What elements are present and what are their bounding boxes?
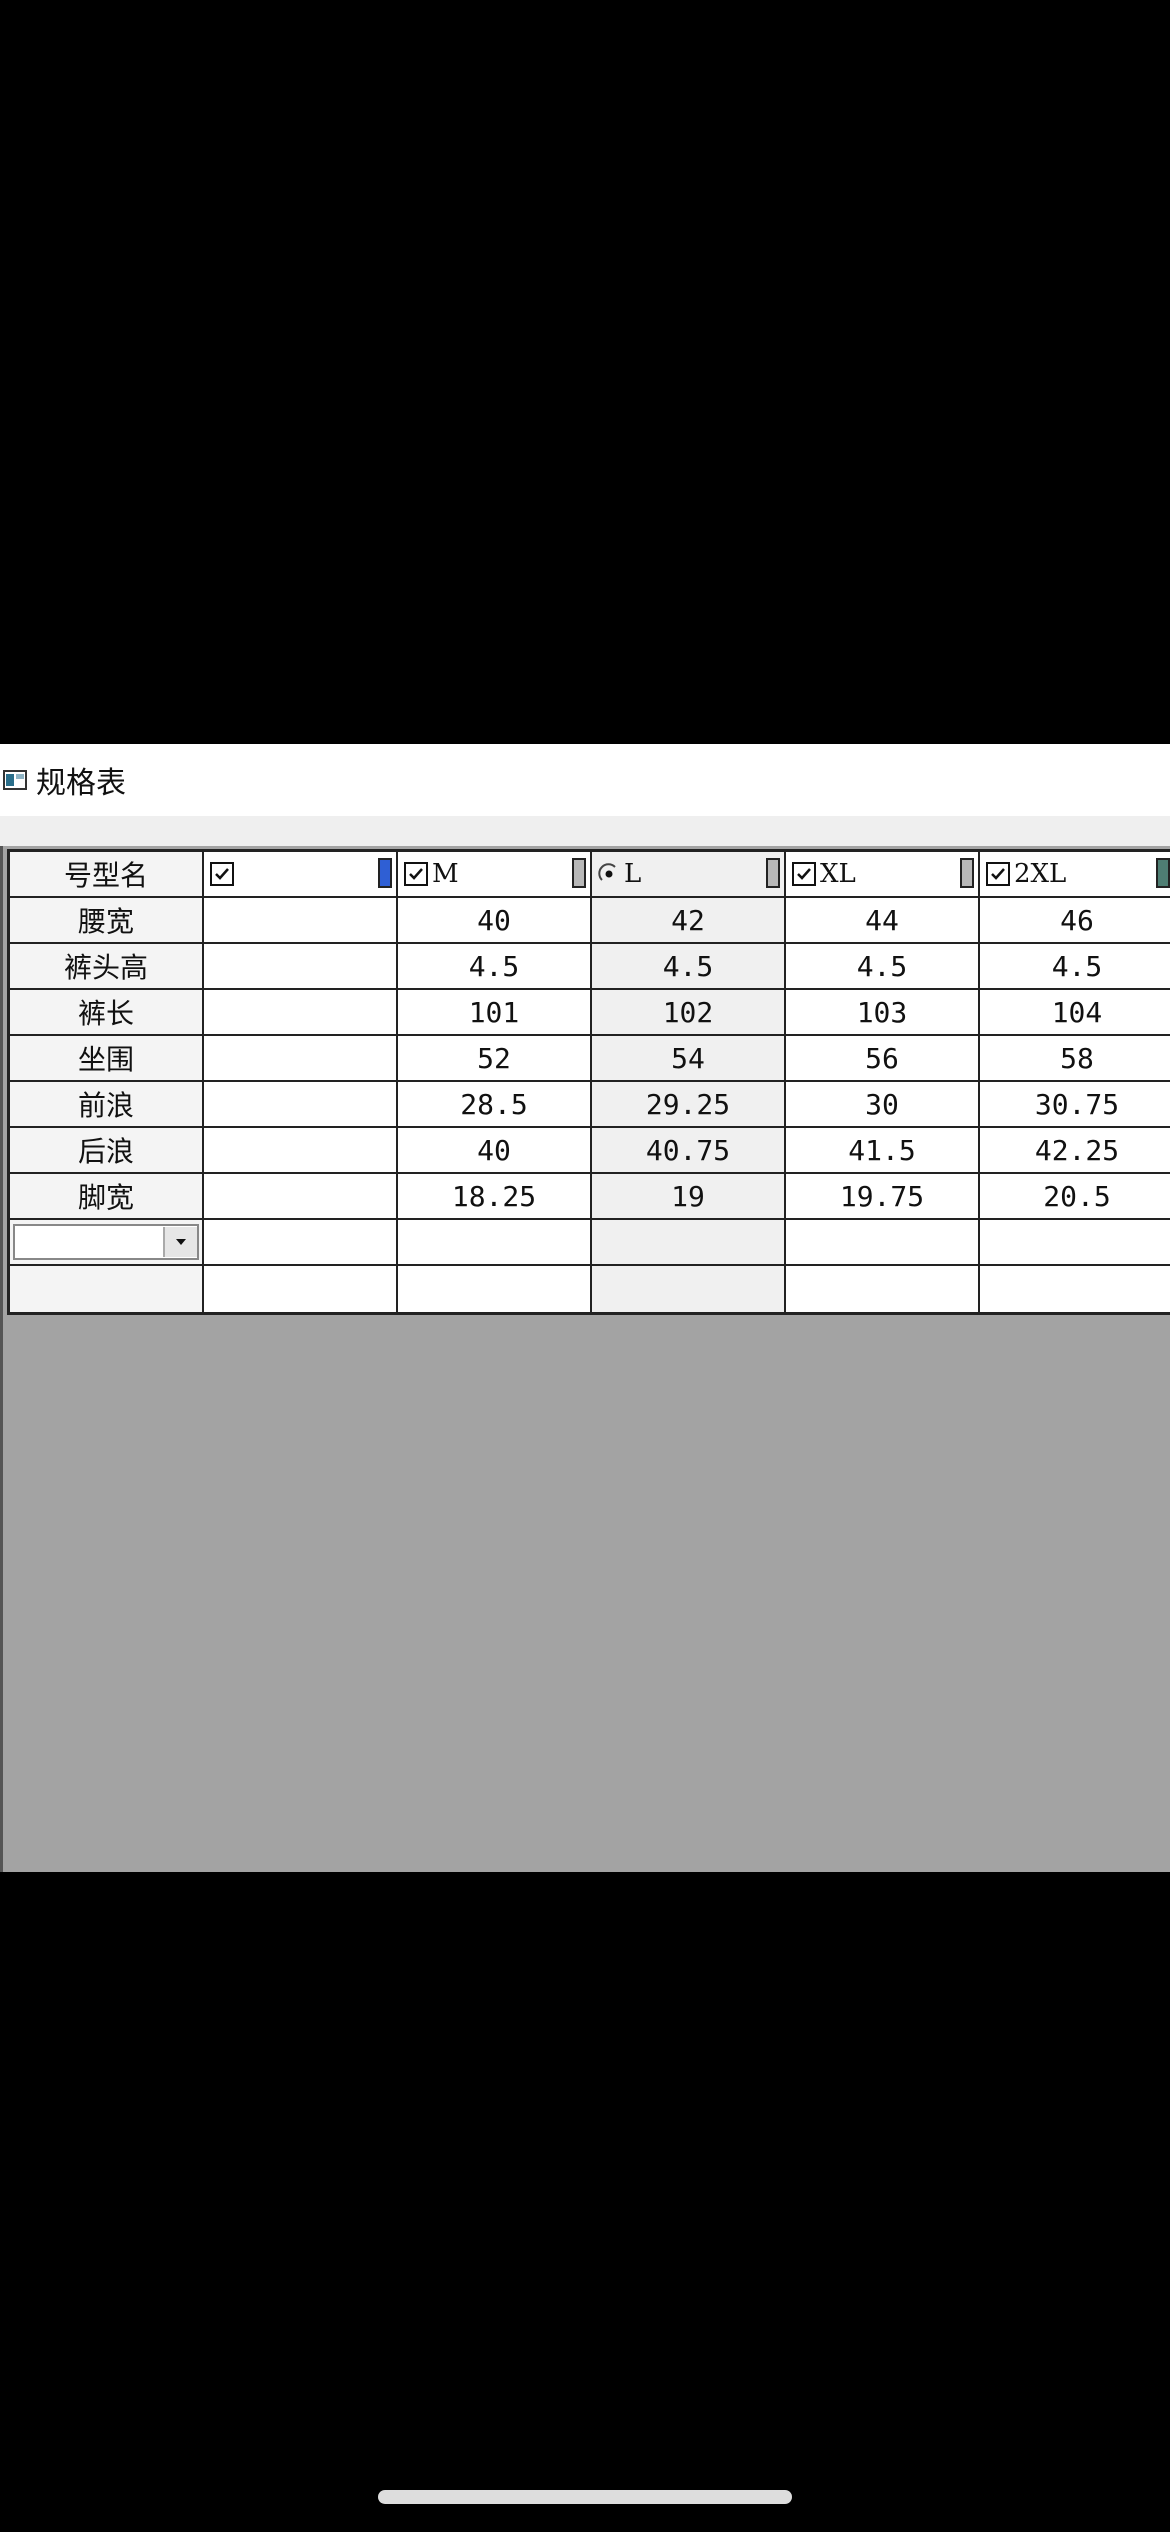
column-label: 2XL <box>1014 859 1067 889</box>
table-cell[interactable] <box>204 1220 398 1266</box>
size-column-header-2xl[interactable]: 2XL <box>980 852 1170 898</box>
row-header: 裤长 <box>10 990 204 1036</box>
size-column-header-xl[interactable]: XL <box>786 852 980 898</box>
table-cell[interactable] <box>204 990 398 1036</box>
size-column-header-m[interactable]: M <box>398 852 592 898</box>
table-cell[interactable]: 103 <box>786 990 980 1036</box>
toolbar-strip <box>0 816 1170 846</box>
table-cell[interactable] <box>592 1220 786 1266</box>
table-cell[interactable]: 4.5 <box>592 944 786 990</box>
row-name-combo[interactable] <box>13 1224 199 1260</box>
column-color-swatch[interactable] <box>378 858 392 888</box>
column-label: XL <box>820 859 856 889</box>
table-cell[interactable] <box>980 1220 1170 1266</box>
table-cell[interactable]: 18.25 <box>398 1174 592 1220</box>
table-cell[interactable] <box>786 1266 980 1312</box>
column-color-swatch[interactable] <box>766 858 780 888</box>
row-header: 脚宽 <box>10 1174 204 1220</box>
table-cell[interactable]: 20.5 <box>980 1174 1170 1220</box>
table-cell[interactable]: 30.75 <box>980 1082 1170 1128</box>
grid-workspace: 号型名 M L XL 2XL 腰宽 40 42 44 46 裤头高 4.5 4.… <box>0 846 1170 1872</box>
size-column-header[interactable] <box>204 852 398 898</box>
row-header: 裤头高 <box>10 944 204 990</box>
dropdown-button[interactable] <box>163 1227 197 1257</box>
row-header[interactable] <box>10 1266 204 1312</box>
table-cell[interactable]: 40 <box>398 1128 592 1174</box>
column-checkbox[interactable] <box>792 862 816 886</box>
row-name-combo-cell[interactable] <box>10 1220 204 1266</box>
column-color-swatch[interactable] <box>1156 858 1170 888</box>
column-label: M <box>432 859 459 889</box>
table-cell[interactable]: 56 <box>786 1036 980 1082</box>
window-title: 规格表 <box>36 766 126 801</box>
table-cell[interactable]: 4.5 <box>980 944 1170 990</box>
column-checkbox[interactable] <box>986 862 1010 886</box>
app-icon <box>2 767 28 793</box>
table-cell[interactable]: 19 <box>592 1174 786 1220</box>
corner-header: 号型名 <box>10 852 204 898</box>
table-cell[interactable]: 19.75 <box>786 1174 980 1220</box>
spec-grid: 号型名 M L XL 2XL 腰宽 40 42 44 46 裤头高 4.5 4.… <box>7 849 1170 1315</box>
table-cell[interactable] <box>204 1128 398 1174</box>
table-cell[interactable] <box>980 1266 1170 1312</box>
table-cell[interactable] <box>592 1266 786 1312</box>
table-cell[interactable] <box>204 1174 398 1220</box>
row-header: 腰宽 <box>10 898 204 944</box>
column-checkbox[interactable] <box>210 862 234 886</box>
table-cell[interactable]: 104 <box>980 990 1170 1036</box>
column-label: L <box>624 859 642 889</box>
column-checkbox[interactable] <box>404 862 428 886</box>
column-color-swatch[interactable] <box>572 858 586 888</box>
table-cell[interactable] <box>204 944 398 990</box>
row-header: 坐围 <box>10 1036 204 1082</box>
table-cell[interactable] <box>786 1220 980 1266</box>
table-cell[interactable] <box>204 1266 398 1312</box>
table-cell[interactable]: 101 <box>398 990 592 1036</box>
row-header: 后浪 <box>10 1128 204 1174</box>
table-cell[interactable] <box>398 1220 592 1266</box>
table-cell[interactable]: 4.5 <box>398 944 592 990</box>
row-header: 前浪 <box>10 1082 204 1128</box>
table-cell[interactable]: 4.5 <box>786 944 980 990</box>
table-cell[interactable]: 29.25 <box>592 1082 786 1128</box>
spec-table-window: 规格表 号型名 M L XL 2XL 腰宽 40 42 44 46 裤头高 4.… <box>0 744 1170 1872</box>
table-cell[interactable]: 102 <box>592 990 786 1036</box>
table-cell[interactable]: 30 <box>786 1082 980 1128</box>
table-cell[interactable]: 42 <box>592 898 786 944</box>
table-cell[interactable] <box>398 1266 592 1312</box>
table-cell[interactable] <box>204 898 398 944</box>
table-cell[interactable]: 28.5 <box>398 1082 592 1128</box>
table-cell[interactable]: 40 <box>398 898 592 944</box>
table-cell[interactable]: 58 <box>980 1036 1170 1082</box>
table-cell[interactable]: 41.5 <box>786 1128 980 1174</box>
column-color-swatch[interactable] <box>960 858 974 888</box>
home-indicator[interactable] <box>378 2490 792 2504</box>
table-cell[interactable]: 40.75 <box>592 1128 786 1174</box>
table-cell[interactable]: 54 <box>592 1036 786 1082</box>
table-cell[interactable] <box>204 1082 398 1128</box>
table-cell[interactable]: 44 <box>786 898 980 944</box>
table-cell[interactable] <box>204 1036 398 1082</box>
table-cell[interactable]: 46 <box>980 898 1170 944</box>
chevron-down-icon <box>176 1239 186 1245</box>
table-cell[interactable]: 42.25 <box>980 1128 1170 1174</box>
base-size-radio[interactable] <box>598 863 620 885</box>
table-cell[interactable]: 52 <box>398 1036 592 1082</box>
size-column-header-l[interactable]: L <box>592 852 786 898</box>
title-bar: 规格表 <box>0 744 1170 816</box>
